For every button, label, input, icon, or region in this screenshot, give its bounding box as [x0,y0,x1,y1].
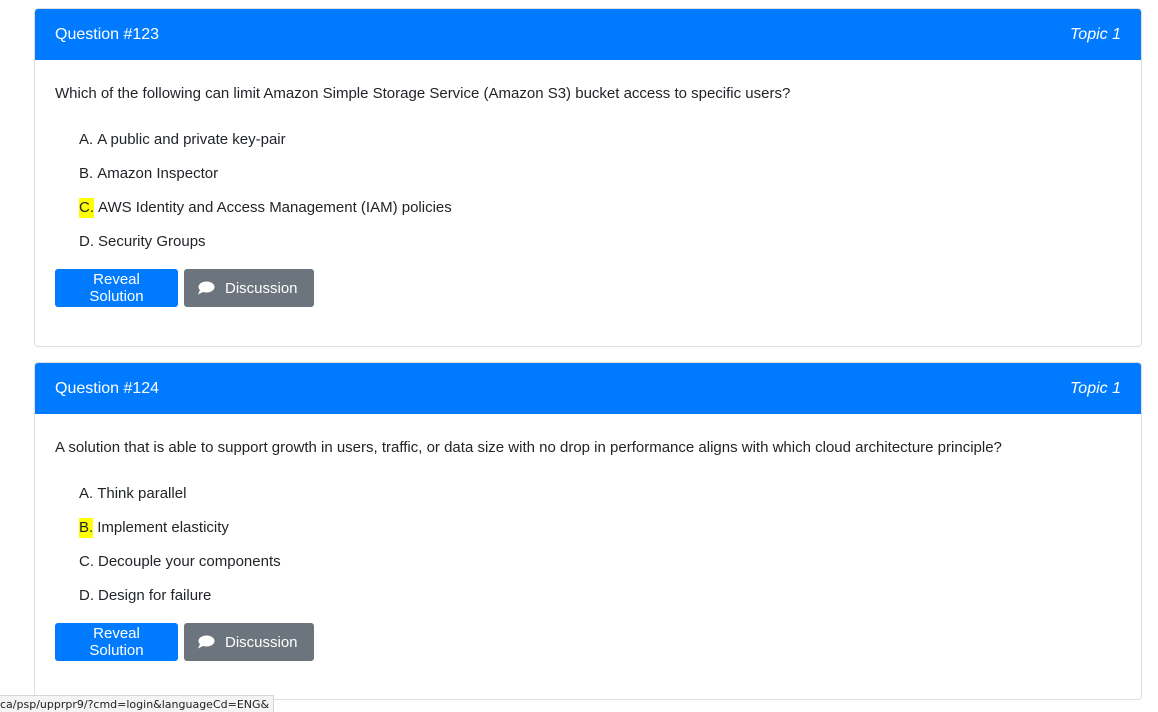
reveal-solution-button[interactable]: Reveal Solution [55,269,178,307]
question-body: Which of the following can limit Amazon … [35,60,1141,307]
question-header: Question #124 Topic 1 [35,363,1141,414]
question-body: A solution that is able to support growt… [35,414,1141,661]
question-header: Question #123 Topic 1 [35,9,1141,60]
choice-text: Think parallel [97,485,187,502]
choice-letter: A. [79,485,94,502]
question-actions: Reveal Solution Discussion [55,623,1121,661]
choice-letter-highlighted: B. [79,518,94,538]
question-text: Which of the following can limit Amazon … [55,85,791,102]
question-title: Question #124 [55,379,160,397]
choice-b: B. Implement elasticity [79,518,1121,552]
choice-a: A. Think parallel [79,484,1121,518]
choice-c: C. Decouple your components [79,552,1121,586]
choice-d: D. Design for failure [79,586,1121,620]
choice-d: D. Security Groups [79,232,1121,266]
choice-text: Amazon Inspector [97,165,219,182]
choice-letter-highlighted: C. [79,198,94,218]
question-topic: Topic 1 [1070,25,1121,43]
reveal-solution-button[interactable]: Reveal Solution [55,623,178,661]
discussion-button[interactable]: Discussion [184,269,314,307]
choice-c: C. AWS Identity and Access Management (I… [79,198,1121,232]
speech-bubble-icon [198,635,215,649]
speech-bubble-icon [198,281,215,295]
choice-a: A. A public and private key-pair [79,130,1121,164]
choice-letter: D. [79,233,94,250]
discussion-button[interactable]: Discussion [184,623,314,661]
question-text: A solution that is able to support growt… [55,439,1002,456]
question-actions: Reveal Solution Discussion [55,269,1121,307]
choice-list: A. Think parallel B. Implement elasticit… [55,484,1121,620]
discussion-label: Discussion [225,279,298,297]
choice-text: Security Groups [98,233,206,250]
discussion-label: Discussion [225,633,298,651]
choice-letter: B. [79,165,94,182]
choice-text: Design for failure [98,587,212,604]
choice-text: Decouple your components [98,553,281,570]
choice-b: B. Amazon Inspector [79,164,1121,198]
choice-letter: A. [79,131,94,148]
choice-text: Implement elasticity [97,519,229,536]
page: Question #123 Topic 1 Which of the follo… [0,0,1158,712]
question-card-124: Question #124 Topic 1 A solution that is… [34,362,1142,700]
choice-text: A public and private key-pair [97,131,286,148]
question-topic: Topic 1 [1070,379,1121,397]
choice-list: A. A public and private key-pair B. Amaz… [55,130,1121,266]
choice-letter: D. [79,587,94,604]
choice-text: AWS Identity and Access Management (IAM)… [98,199,452,216]
question-title: Question #123 [55,25,160,43]
question-card-123: Question #123 Topic 1 Which of the follo… [34,8,1142,347]
status-bar-url: ca/psp/upprpr9/?cmd=login&languageCd=ENG… [0,695,275,712]
choice-letter: C. [79,553,94,570]
